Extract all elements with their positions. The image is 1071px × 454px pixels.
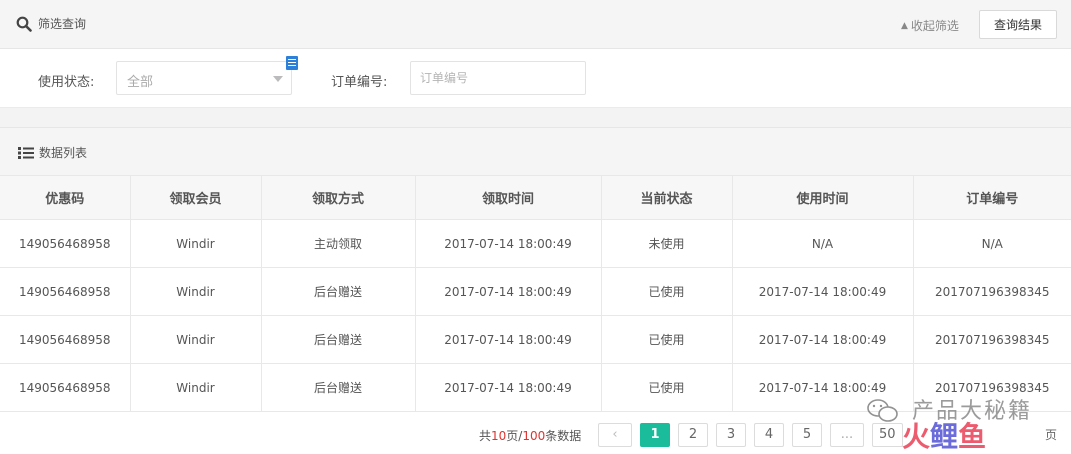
watermark-logo-char: 鲤 bbox=[930, 420, 959, 453]
list-title-text: 数据列表 bbox=[39, 146, 88, 160]
cell-use-time: 2017-07-14 18:00:49 bbox=[731, 315, 914, 364]
table-header-row: 优惠码 领取会员 领取方式 领取时间 当前状态 使用时间 订单编号 bbox=[0, 175, 1071, 220]
page-button-last[interactable]: 50 bbox=[872, 423, 903, 447]
cell-receive-method: 后台赠送 bbox=[260, 315, 416, 364]
pagination: ‹ 1 2 3 4 5 ... 50 bbox=[598, 423, 911, 447]
cell-order-number: 201707196398345 bbox=[912, 267, 1071, 316]
chevron-up-icon: ▲ bbox=[901, 20, 908, 31]
filter-header: 筛选查询 ▲ 收起筛选 查询结果 bbox=[0, 0, 1071, 49]
page-button-2[interactable]: 2 bbox=[678, 423, 708, 447]
table-row: 149056468958 Windir 后台赠送 2017-07-14 18:0… bbox=[0, 315, 1071, 364]
query-results-button[interactable]: 查询结果 bbox=[979, 10, 1057, 39]
cell-status: 已使用 bbox=[600, 315, 733, 364]
col-order-number: 订单编号 bbox=[912, 175, 1071, 220]
col-receive-time: 领取时间 bbox=[414, 175, 602, 220]
pagination-summary: 共10页/100条数据 bbox=[479, 427, 581, 444]
watermark-tail: 页 bbox=[1045, 428, 1058, 442]
page-button-5[interactable]: 5 bbox=[792, 423, 822, 447]
table-row: 149056468958 Windir 后台赠送 2017-07-14 18:0… bbox=[0, 267, 1071, 316]
page-button-3[interactable]: 3 bbox=[716, 423, 746, 447]
cell-use-time: 2017-07-14 18:00:49 bbox=[731, 363, 914, 412]
pagination-prefix: 共 bbox=[479, 429, 492, 443]
table-row: 149056468958 Windir 主动领取 2017-07-14 18:0… bbox=[0, 219, 1071, 268]
cell-coupon-code: 149056468958 bbox=[0, 363, 131, 412]
status-select-value: 全部 bbox=[127, 75, 154, 90]
filter-form: 使用状态: 全部 订单编号: bbox=[0, 49, 1071, 107]
list-badge-icon bbox=[286, 56, 298, 70]
col-status: 当前状态 bbox=[600, 175, 733, 220]
filter-title-text: 筛选查询 bbox=[38, 17, 87, 31]
cell-coupon-code: 149056468958 bbox=[0, 219, 131, 268]
data-table: 优惠码 领取会员 领取方式 领取时间 当前状态 使用时间 订单编号 149056… bbox=[0, 175, 1071, 412]
cell-member: Windir bbox=[129, 363, 262, 412]
cell-order-number: 201707196398345 bbox=[912, 315, 1071, 364]
order-number-label: 订单编号: bbox=[331, 75, 388, 90]
prev-page-button[interactable]: ‹ bbox=[598, 423, 632, 447]
watermark-logo-char: 鱼 bbox=[958, 420, 987, 453]
page-button-4[interactable]: 4 bbox=[754, 423, 784, 447]
cell-member: Windir bbox=[129, 315, 262, 364]
order-number-input[interactable] bbox=[410, 61, 586, 95]
cell-coupon-code: 149056468958 bbox=[0, 315, 131, 364]
watermark-logo: 火鲤鱼 bbox=[902, 415, 986, 454]
col-use-time: 使用时间 bbox=[731, 175, 914, 220]
cell-status: 已使用 bbox=[600, 363, 733, 412]
list-icon bbox=[18, 146, 34, 159]
list-title: 数据列表 bbox=[18, 144, 87, 161]
cell-receive-time: 2017-07-14 18:00:49 bbox=[414, 315, 602, 364]
collapse-filter-link[interactable]: ▲ 收起筛选 bbox=[901, 17, 959, 34]
cell-receive-time: 2017-07-14 18:00:49 bbox=[414, 267, 602, 316]
page-button-1[interactable]: 1 bbox=[640, 423, 670, 447]
cell-receive-method: 后台赠送 bbox=[260, 363, 416, 412]
cell-status: 未使用 bbox=[600, 219, 733, 268]
cell-order-number: 201707196398345 bbox=[912, 363, 1071, 412]
col-receive-method: 领取方式 bbox=[260, 175, 416, 220]
filter-title: 筛选查询 bbox=[16, 15, 86, 32]
total-pages: 10 bbox=[491, 429, 507, 443]
cell-receive-method: 后台赠送 bbox=[260, 267, 416, 316]
cell-use-time: N/A bbox=[731, 219, 914, 268]
collapse-filter-label: 收起筛选 bbox=[910, 19, 959, 33]
col-member: 领取会员 bbox=[129, 175, 262, 220]
cell-coupon-code: 149056468958 bbox=[0, 267, 131, 316]
cell-order-number: N/A bbox=[912, 219, 1071, 268]
search-icon bbox=[16, 16, 32, 32]
pagination-suffix: 条数据 bbox=[545, 429, 582, 443]
cell-receive-time: 2017-07-14 18:00:49 bbox=[414, 363, 602, 412]
cell-receive-time: 2017-07-14 18:00:49 bbox=[414, 219, 602, 268]
page-ellipsis: ... bbox=[830, 423, 864, 447]
col-coupon-code: 优惠码 bbox=[0, 175, 131, 220]
cell-member: Windir bbox=[129, 219, 262, 268]
caret-down-icon bbox=[273, 76, 283, 82]
cell-receive-method: 主动领取 bbox=[260, 219, 416, 268]
cell-member: Windir bbox=[129, 267, 262, 316]
status-select[interactable]: 全部 bbox=[116, 61, 292, 95]
section-divider bbox=[0, 107, 1071, 127]
status-label: 使用状态: bbox=[38, 75, 95, 90]
list-header: 数据列表 bbox=[0, 127, 1071, 175]
table-row: 149056468958 Windir 后台赠送 2017-07-14 18:0… bbox=[0, 363, 1071, 412]
cell-use-time: 2017-07-14 18:00:49 bbox=[731, 267, 914, 316]
total-items: 100 bbox=[522, 429, 546, 443]
cell-status: 已使用 bbox=[600, 267, 733, 316]
pagination-mid: 页/ bbox=[506, 429, 523, 443]
